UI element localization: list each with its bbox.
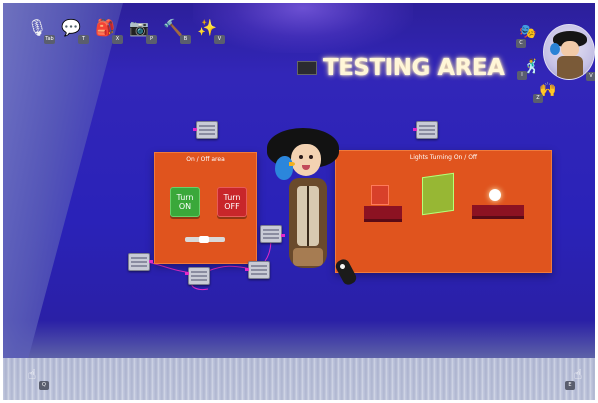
character-face xyxy=(291,144,321,176)
node-pin[interactable] xyxy=(185,272,189,275)
character-vest xyxy=(297,186,319,246)
panel-title: Lights Turning On / Off xyxy=(409,154,478,161)
character-boots xyxy=(293,248,323,266)
game-viewport[interactable]: 🎙 Tab 💬 T 🎒 X 📷 P 🔨 B ✨ V TESTING AREA 🎭… xyxy=(3,3,595,400)
node-pin[interactable] xyxy=(245,268,249,271)
panel-slider[interactable] xyxy=(185,236,225,243)
light-base xyxy=(364,206,402,222)
node-pin[interactable] xyxy=(149,260,153,263)
lights-panel: Lights Turning On / Off xyxy=(335,150,552,273)
turn-off-button[interactable]: Turn OFF xyxy=(217,187,247,217)
logic-node[interactable] xyxy=(193,121,218,139)
character-torso xyxy=(289,178,327,268)
on-off-panel: On / Off area Turn ON Turn OFF xyxy=(154,152,257,264)
parrot-beak xyxy=(289,162,295,166)
logic-node[interactable] xyxy=(185,267,210,285)
player-character xyxy=(265,128,345,273)
shortcut-key: E xyxy=(565,381,575,390)
node-pin[interactable] xyxy=(193,128,197,131)
parrot xyxy=(275,156,295,180)
logic-node[interactable] xyxy=(413,121,438,139)
green-light-cube[interactable] xyxy=(422,172,454,216)
red-light-cube[interactable] xyxy=(371,185,389,205)
mouth xyxy=(302,165,310,170)
eye xyxy=(309,155,313,159)
turn-on-button[interactable]: Turn ON xyxy=(170,187,200,217)
logic-node[interactable] xyxy=(128,253,153,271)
eye xyxy=(299,155,303,159)
hand-pointer-icon[interactable]: ☝ xyxy=(23,367,41,383)
light-bulb[interactable] xyxy=(489,189,501,201)
panel-title: On / Off area xyxy=(186,156,225,163)
node-pin[interactable] xyxy=(413,128,417,131)
light-base xyxy=(472,205,524,219)
shortcut-key: Q xyxy=(39,381,49,390)
slider-knob[interactable] xyxy=(199,236,209,243)
